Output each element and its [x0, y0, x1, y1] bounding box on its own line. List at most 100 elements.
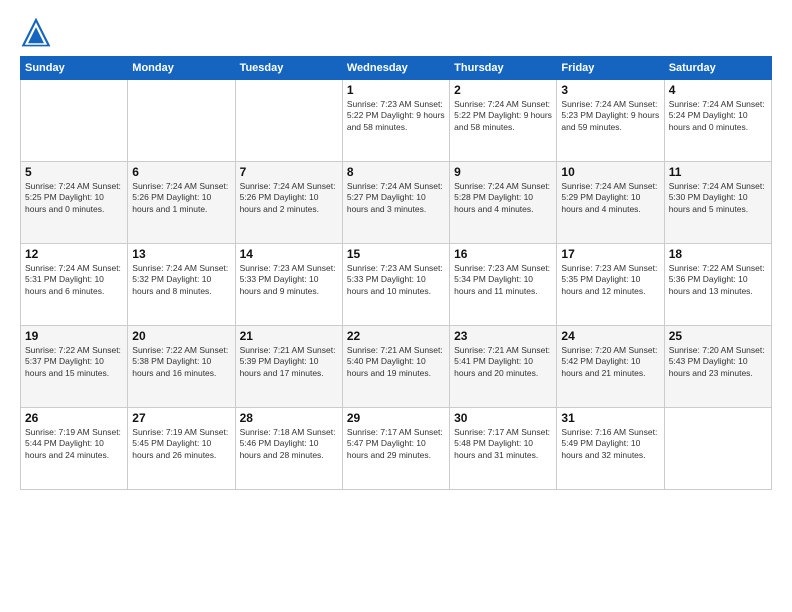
- day-number: 17: [561, 247, 659, 261]
- weekday-header-friday: Friday: [557, 57, 664, 80]
- day-number: 31: [561, 411, 659, 425]
- day-cell: 8 Sunrise: 7:24 AM Sunset: 5:27 PM Daylig…: [342, 162, 449, 244]
- day-info: Sunrise: 7:24 AM Sunset: 5:28 PM Dayligh…: [454, 181, 552, 215]
- day-cell: 18Sunrise: 7:22 AM Sunset: 5:36 PM Dayli…: [664, 244, 771, 326]
- day-number: 5: [25, 165, 123, 179]
- day-info: Sunrise: 7:24 AM Sunset: 5:29 PM Dayligh…: [561, 181, 659, 215]
- day-info: Sunrise: 7:16 AM Sunset: 5:49 PM Dayligh…: [561, 427, 659, 461]
- logo: [20, 16, 56, 48]
- day-number: 11: [669, 165, 767, 179]
- week-row-2: 5 Sunrise: 7:24 AM Sunset: 5:25 PM Daylig…: [21, 162, 772, 244]
- week-row-4: 19 Sunrise: 7:22 AM Sunset: 5:37 PM Dayli…: [21, 326, 772, 408]
- day-info: Sunrise: 7:24 AM Sunset: 5:22 PM Dayligh…: [454, 99, 552, 133]
- day-info: Sunrise: 7:17 AM Sunset: 5:47 PM Dayligh…: [347, 427, 445, 461]
- day-info: Sunrise: 7:20 AM Sunset: 5:42 PM Dayligh…: [561, 345, 659, 379]
- day-info: Sunrise: 7:21 AM Sunset: 5:39 PM Dayligh…: [240, 345, 338, 379]
- day-info: Sunrise: 7:19 AM Sunset: 5:44 PM Dayligh…: [25, 427, 123, 461]
- day-cell: 25 Sunrise: 7:20 AM Sunset: 5:43 PM Dayli…: [664, 326, 771, 408]
- day-number: 26: [25, 411, 123, 425]
- day-info: Sunrise: 7:23 AM Sunset: 5:33 PM Dayligh…: [347, 263, 445, 297]
- day-cell: 2Sunrise: 7:24 AM Sunset: 5:22 PM Daylig…: [450, 80, 557, 162]
- weekday-header-tuesday: Tuesday: [235, 57, 342, 80]
- day-number: 21: [240, 329, 338, 343]
- day-cell: 5 Sunrise: 7:24 AM Sunset: 5:25 PM Daylig…: [21, 162, 128, 244]
- day-cell: 19 Sunrise: 7:22 AM Sunset: 5:37 PM Dayli…: [21, 326, 128, 408]
- day-number: 12: [25, 247, 123, 261]
- day-number: 15: [347, 247, 445, 261]
- day-info: Sunrise: 7:24 AM Sunset: 5:24 PM Dayligh…: [669, 99, 767, 133]
- day-cell: 28 Sunrise: 7:18 AM Sunset: 5:46 PM Dayli…: [235, 408, 342, 490]
- weekday-header-saturday: Saturday: [664, 57, 771, 80]
- weekday-header-sunday: Sunday: [21, 57, 128, 80]
- day-number: 8: [347, 165, 445, 179]
- day-number: 13: [132, 247, 230, 261]
- weekday-header-row: SundayMondayTuesdayWednesdayThursdayFrid…: [21, 57, 772, 80]
- header: [20, 16, 772, 48]
- day-cell: 24 Sunrise: 7:20 AM Sunset: 5:42 PM Dayli…: [557, 326, 664, 408]
- day-cell: [235, 80, 342, 162]
- day-cell: 13 Sunrise: 7:24 AM Sunset: 5:32 PM Dayli…: [128, 244, 235, 326]
- day-cell: 7 Sunrise: 7:24 AM Sunset: 5:26 PM Daylig…: [235, 162, 342, 244]
- day-cell: [21, 80, 128, 162]
- day-info: Sunrise: 7:24 AM Sunset: 5:26 PM Dayligh…: [132, 181, 230, 215]
- day-cell: 31 Sunrise: 7:16 AM Sunset: 5:49 PM Dayli…: [557, 408, 664, 490]
- day-number: 20: [132, 329, 230, 343]
- day-info: Sunrise: 7:18 AM Sunset: 5:46 PM Dayligh…: [240, 427, 338, 461]
- day-number: 24: [561, 329, 659, 343]
- day-number: 3: [561, 83, 659, 97]
- day-info: Sunrise: 7:19 AM Sunset: 5:45 PM Dayligh…: [132, 427, 230, 461]
- day-number: 25: [669, 329, 767, 343]
- day-cell: 26 Sunrise: 7:19 AM Sunset: 5:44 PM Dayli…: [21, 408, 128, 490]
- day-number: 7: [240, 165, 338, 179]
- day-cell: 6 Sunrise: 7:24 AM Sunset: 5:26 PM Daylig…: [128, 162, 235, 244]
- page: SundayMondayTuesdayWednesdayThursdayFrid…: [0, 0, 792, 612]
- day-number: 10: [561, 165, 659, 179]
- day-info: Sunrise: 7:23 AM Sunset: 5:35 PM Dayligh…: [561, 263, 659, 297]
- day-cell: [664, 408, 771, 490]
- day-info: Sunrise: 7:22 AM Sunset: 5:37 PM Dayligh…: [25, 345, 123, 379]
- weekday-header-thursday: Thursday: [450, 57, 557, 80]
- day-info: Sunrise: 7:24 AM Sunset: 5:25 PM Dayligh…: [25, 181, 123, 215]
- week-row-1: 1 Sunrise: 7:23 AM Sunset: 5:22 PM Daylig…: [21, 80, 772, 162]
- day-info: Sunrise: 7:24 AM Sunset: 5:31 PM Dayligh…: [25, 263, 123, 297]
- day-cell: 12 Sunrise: 7:24 AM Sunset: 5:31 PM Dayli…: [21, 244, 128, 326]
- day-number: 22: [347, 329, 445, 343]
- day-info: Sunrise: 7:17 AM Sunset: 5:48 PM Dayligh…: [454, 427, 552, 461]
- day-number: 27: [132, 411, 230, 425]
- day-cell: 20 Sunrise: 7:22 AM Sunset: 5:38 PM Dayli…: [128, 326, 235, 408]
- day-cell: 27 Sunrise: 7:19 AM Sunset: 5:45 PM Dayli…: [128, 408, 235, 490]
- day-cell: 17 Sunrise: 7:23 AM Sunset: 5:35 PM Dayli…: [557, 244, 664, 326]
- day-cell: 4Sunrise: 7:24 AM Sunset: 5:24 PM Daylig…: [664, 80, 771, 162]
- day-info: Sunrise: 7:21 AM Sunset: 5:40 PM Dayligh…: [347, 345, 445, 379]
- day-info: Sunrise: 7:24 AM Sunset: 5:27 PM Dayligh…: [347, 181, 445, 215]
- day-cell: 16Sunrise: 7:23 AM Sunset: 5:34 PM Dayli…: [450, 244, 557, 326]
- logo-icon: [20, 16, 52, 48]
- day-info: Sunrise: 7:23 AM Sunset: 5:22 PM Dayligh…: [347, 99, 445, 133]
- day-cell: 15 Sunrise: 7:23 AM Sunset: 5:33 PM Dayli…: [342, 244, 449, 326]
- day-number: 1: [347, 83, 445, 97]
- day-info: Sunrise: 7:24 AM Sunset: 5:26 PM Dayligh…: [240, 181, 338, 215]
- day-number: 14: [240, 247, 338, 261]
- day-number: 16: [454, 247, 552, 261]
- day-number: 28: [240, 411, 338, 425]
- day-cell: 30 Sunrise: 7:17 AM Sunset: 5:48 PM Dayli…: [450, 408, 557, 490]
- day-info: Sunrise: 7:20 AM Sunset: 5:43 PM Dayligh…: [669, 345, 767, 379]
- day-cell: 3 Sunrise: 7:24 AM Sunset: 5:23 PM Daylig…: [557, 80, 664, 162]
- calendar: SundayMondayTuesdayWednesdayThursdayFrid…: [20, 56, 772, 490]
- day-info: Sunrise: 7:23 AM Sunset: 5:33 PM Dayligh…: [240, 263, 338, 297]
- day-number: 6: [132, 165, 230, 179]
- day-info: Sunrise: 7:24 AM Sunset: 5:32 PM Dayligh…: [132, 263, 230, 297]
- day-info: Sunrise: 7:22 AM Sunset: 5:38 PM Dayligh…: [132, 345, 230, 379]
- day-cell: 1 Sunrise: 7:23 AM Sunset: 5:22 PM Daylig…: [342, 80, 449, 162]
- day-cell: 9Sunrise: 7:24 AM Sunset: 5:28 PM Daylig…: [450, 162, 557, 244]
- weekday-header-monday: Monday: [128, 57, 235, 80]
- week-row-3: 12 Sunrise: 7:24 AM Sunset: 5:31 PM Dayli…: [21, 244, 772, 326]
- week-row-5: 26 Sunrise: 7:19 AM Sunset: 5:44 PM Dayli…: [21, 408, 772, 490]
- day-number: 19: [25, 329, 123, 343]
- day-number: 30: [454, 411, 552, 425]
- day-number: 18: [669, 247, 767, 261]
- day-cell: 23Sunrise: 7:21 AM Sunset: 5:41 PM Dayli…: [450, 326, 557, 408]
- day-info: Sunrise: 7:24 AM Sunset: 5:23 PM Dayligh…: [561, 99, 659, 133]
- day-cell: 22 Sunrise: 7:21 AM Sunset: 5:40 PM Dayli…: [342, 326, 449, 408]
- day-cell: 21 Sunrise: 7:21 AM Sunset: 5:39 PM Dayli…: [235, 326, 342, 408]
